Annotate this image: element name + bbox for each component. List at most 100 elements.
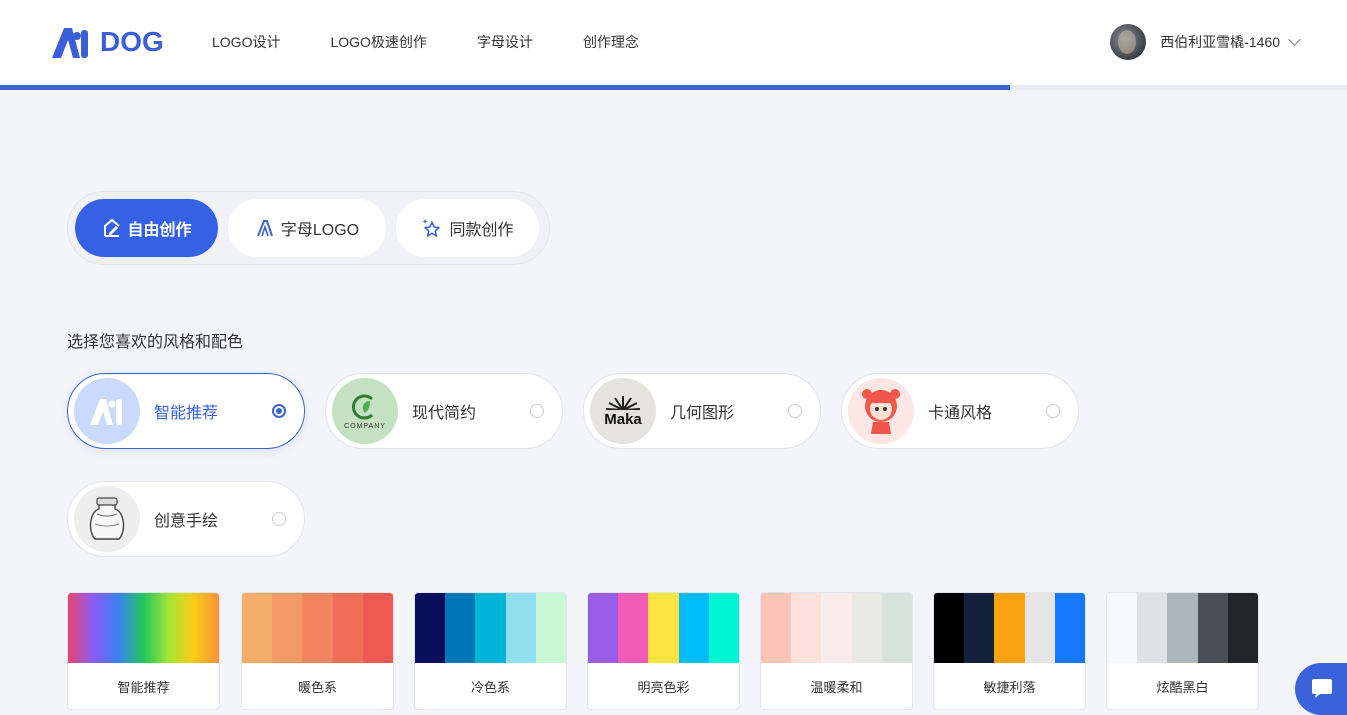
main-nav: LOGO设计 LOGO极速创作 字母设计 创作理念 bbox=[212, 33, 689, 51]
color-swatch bbox=[302, 593, 333, 663]
progress-track bbox=[0, 85, 1347, 90]
brand-logo[interactable]: DOG bbox=[50, 24, 164, 60]
palette-label: 炫酷黑白 bbox=[1156, 680, 1209, 695]
color-swatch bbox=[242, 593, 273, 663]
color-swatch bbox=[1054, 593, 1085, 663]
color-swatch bbox=[332, 593, 363, 663]
palette-swatches bbox=[242, 593, 393, 663]
edit-house-icon bbox=[102, 218, 122, 238]
color-swatch bbox=[964, 593, 995, 663]
chat-bubble-icon bbox=[1312, 679, 1332, 698]
radio-unselected[interactable] bbox=[788, 404, 802, 418]
user-menu[interactable]: 西伯利亚雪橇-1460 bbox=[1110, 24, 1301, 60]
letter-a-icon bbox=[255, 218, 275, 238]
color-swatch bbox=[415, 593, 446, 663]
color-swatch bbox=[475, 593, 506, 663]
nav-creation-concept[interactable]: 创作理念 bbox=[583, 33, 639, 51]
palette-label: 敏捷利落 bbox=[983, 680, 1036, 695]
tab-same-style[interactable]: 同款创作 bbox=[395, 199, 539, 257]
color-swatch bbox=[535, 593, 566, 663]
color-swatch bbox=[445, 593, 476, 663]
palette-card[interactable]: 炫酷黑白 bbox=[1106, 592, 1259, 710]
color-swatch bbox=[851, 593, 882, 663]
color-swatch bbox=[1167, 593, 1198, 663]
color-swatch bbox=[678, 593, 709, 663]
thumb-text: Maka bbox=[604, 411, 642, 428]
color-swatch bbox=[994, 593, 1025, 663]
nav-letter-design[interactable]: 字母设计 bbox=[477, 33, 533, 51]
color-swatch bbox=[618, 593, 649, 663]
color-swatch bbox=[1197, 593, 1228, 663]
color-swatch bbox=[1227, 593, 1258, 663]
palette-card[interactable]: 冷色系 bbox=[414, 592, 567, 710]
progress-fill bbox=[0, 85, 1011, 90]
color-swatch bbox=[761, 593, 792, 663]
radio-selected[interactable] bbox=[272, 404, 286, 418]
style-card-modern[interactable]: COMPANY 现代简约 bbox=[325, 373, 563, 449]
sketch-jar-icon bbox=[74, 486, 140, 552]
style-card-handdrawn[interactable]: 创意手绘 bbox=[67, 481, 305, 557]
radio-unselected[interactable] bbox=[530, 404, 544, 418]
cartoon-girl-icon bbox=[848, 378, 914, 444]
palette-card[interactable]: 敏捷利落 bbox=[933, 592, 1086, 710]
style-label: 几何图形 bbox=[670, 405, 735, 422]
palette-card[interactable]: 暖色系 bbox=[241, 592, 394, 710]
palette-label: 暖色系 bbox=[297, 680, 337, 695]
chevron-down-icon[interactable] bbox=[1288, 33, 1301, 46]
tab-label: 自由创作 bbox=[127, 222, 192, 239]
tab-free-create[interactable]: 自由创作 bbox=[75, 199, 219, 257]
color-swatch bbox=[881, 593, 912, 663]
palette-label: 冷色系 bbox=[470, 680, 510, 695]
style-card-cartoon[interactable]: 卡通风格 bbox=[841, 373, 1079, 449]
palette-swatches bbox=[761, 593, 912, 663]
top-header: DOG LOGO设计 LOGO极速创作 字母设计 创作理念 西伯利亚雪橇-146… bbox=[0, 0, 1347, 85]
color-swatch bbox=[648, 593, 679, 663]
style-label: 卡通风格 bbox=[928, 405, 993, 422]
ai-logo-icon bbox=[52, 28, 88, 58]
brand-logo-text: DOG bbox=[100, 26, 164, 57]
ai-logo-thumb-icon bbox=[74, 378, 140, 444]
color-swatch bbox=[272, 593, 303, 663]
sparkle-star-icon bbox=[421, 217, 443, 239]
palette-swatches bbox=[415, 593, 566, 663]
chat-support-button[interactable] bbox=[1295, 663, 1347, 715]
color-swatch bbox=[1107, 593, 1138, 663]
palette-swatches bbox=[68, 593, 219, 663]
sunburst-logo-icon: Maka bbox=[590, 378, 656, 444]
tab-letter-logo[interactable]: 字母LOGO bbox=[228, 199, 386, 257]
leaf-c-logo-icon: COMPANY bbox=[332, 378, 398, 444]
thumb-text: COMPANY bbox=[344, 422, 386, 430]
color-swatch bbox=[1024, 593, 1055, 663]
radio-unselected[interactable] bbox=[272, 512, 286, 526]
color-swatch bbox=[708, 593, 739, 663]
nav-logo-quick-create[interactable]: LOGO极速创作 bbox=[330, 33, 426, 51]
tab-label: 字母LOGO bbox=[280, 222, 360, 239]
color-swatch bbox=[934, 593, 965, 663]
section-title: 选择您喜欢的风格和配色 bbox=[67, 334, 244, 351]
radio-unselected[interactable] bbox=[1046, 404, 1060, 418]
mode-tabs: 自由创作 字母LOGO 同款创作 bbox=[67, 191, 550, 265]
style-label: 创意手绘 bbox=[154, 513, 219, 530]
palette-swatches bbox=[1107, 593, 1258, 663]
tab-label: 同款创作 bbox=[449, 222, 514, 239]
color-swatch bbox=[588, 593, 619, 663]
avatar[interactable] bbox=[1110, 24, 1147, 60]
palette-card[interactable]: 温暖柔和 bbox=[760, 592, 913, 710]
palette-card[interactable]: 智能推荐 bbox=[67, 592, 220, 710]
nav-logo-design[interactable]: LOGO设计 bbox=[212, 33, 280, 51]
palette-card[interactable]: 明亮色彩 bbox=[587, 592, 740, 710]
style-card-smart[interactable]: 智能推荐 bbox=[67, 373, 305, 449]
style-label: 智能推荐 bbox=[154, 405, 219, 422]
palette-swatches bbox=[588, 593, 739, 663]
color-swatch bbox=[1137, 593, 1168, 663]
user-name[interactable]: 西伯利亚雪橇-1460 bbox=[1160, 32, 1280, 52]
palette-label: 温暖柔和 bbox=[810, 680, 863, 695]
gradient-swatch bbox=[68, 593, 219, 663]
color-swatch bbox=[505, 593, 536, 663]
palette-label: 明亮色彩 bbox=[637, 680, 690, 695]
style-label: 现代简约 bbox=[412, 405, 477, 422]
color-swatch bbox=[791, 593, 822, 663]
palette-swatches bbox=[934, 593, 1085, 663]
color-swatch bbox=[362, 593, 393, 663]
style-card-geometric[interactable]: Maka 几何图形 bbox=[583, 373, 821, 449]
